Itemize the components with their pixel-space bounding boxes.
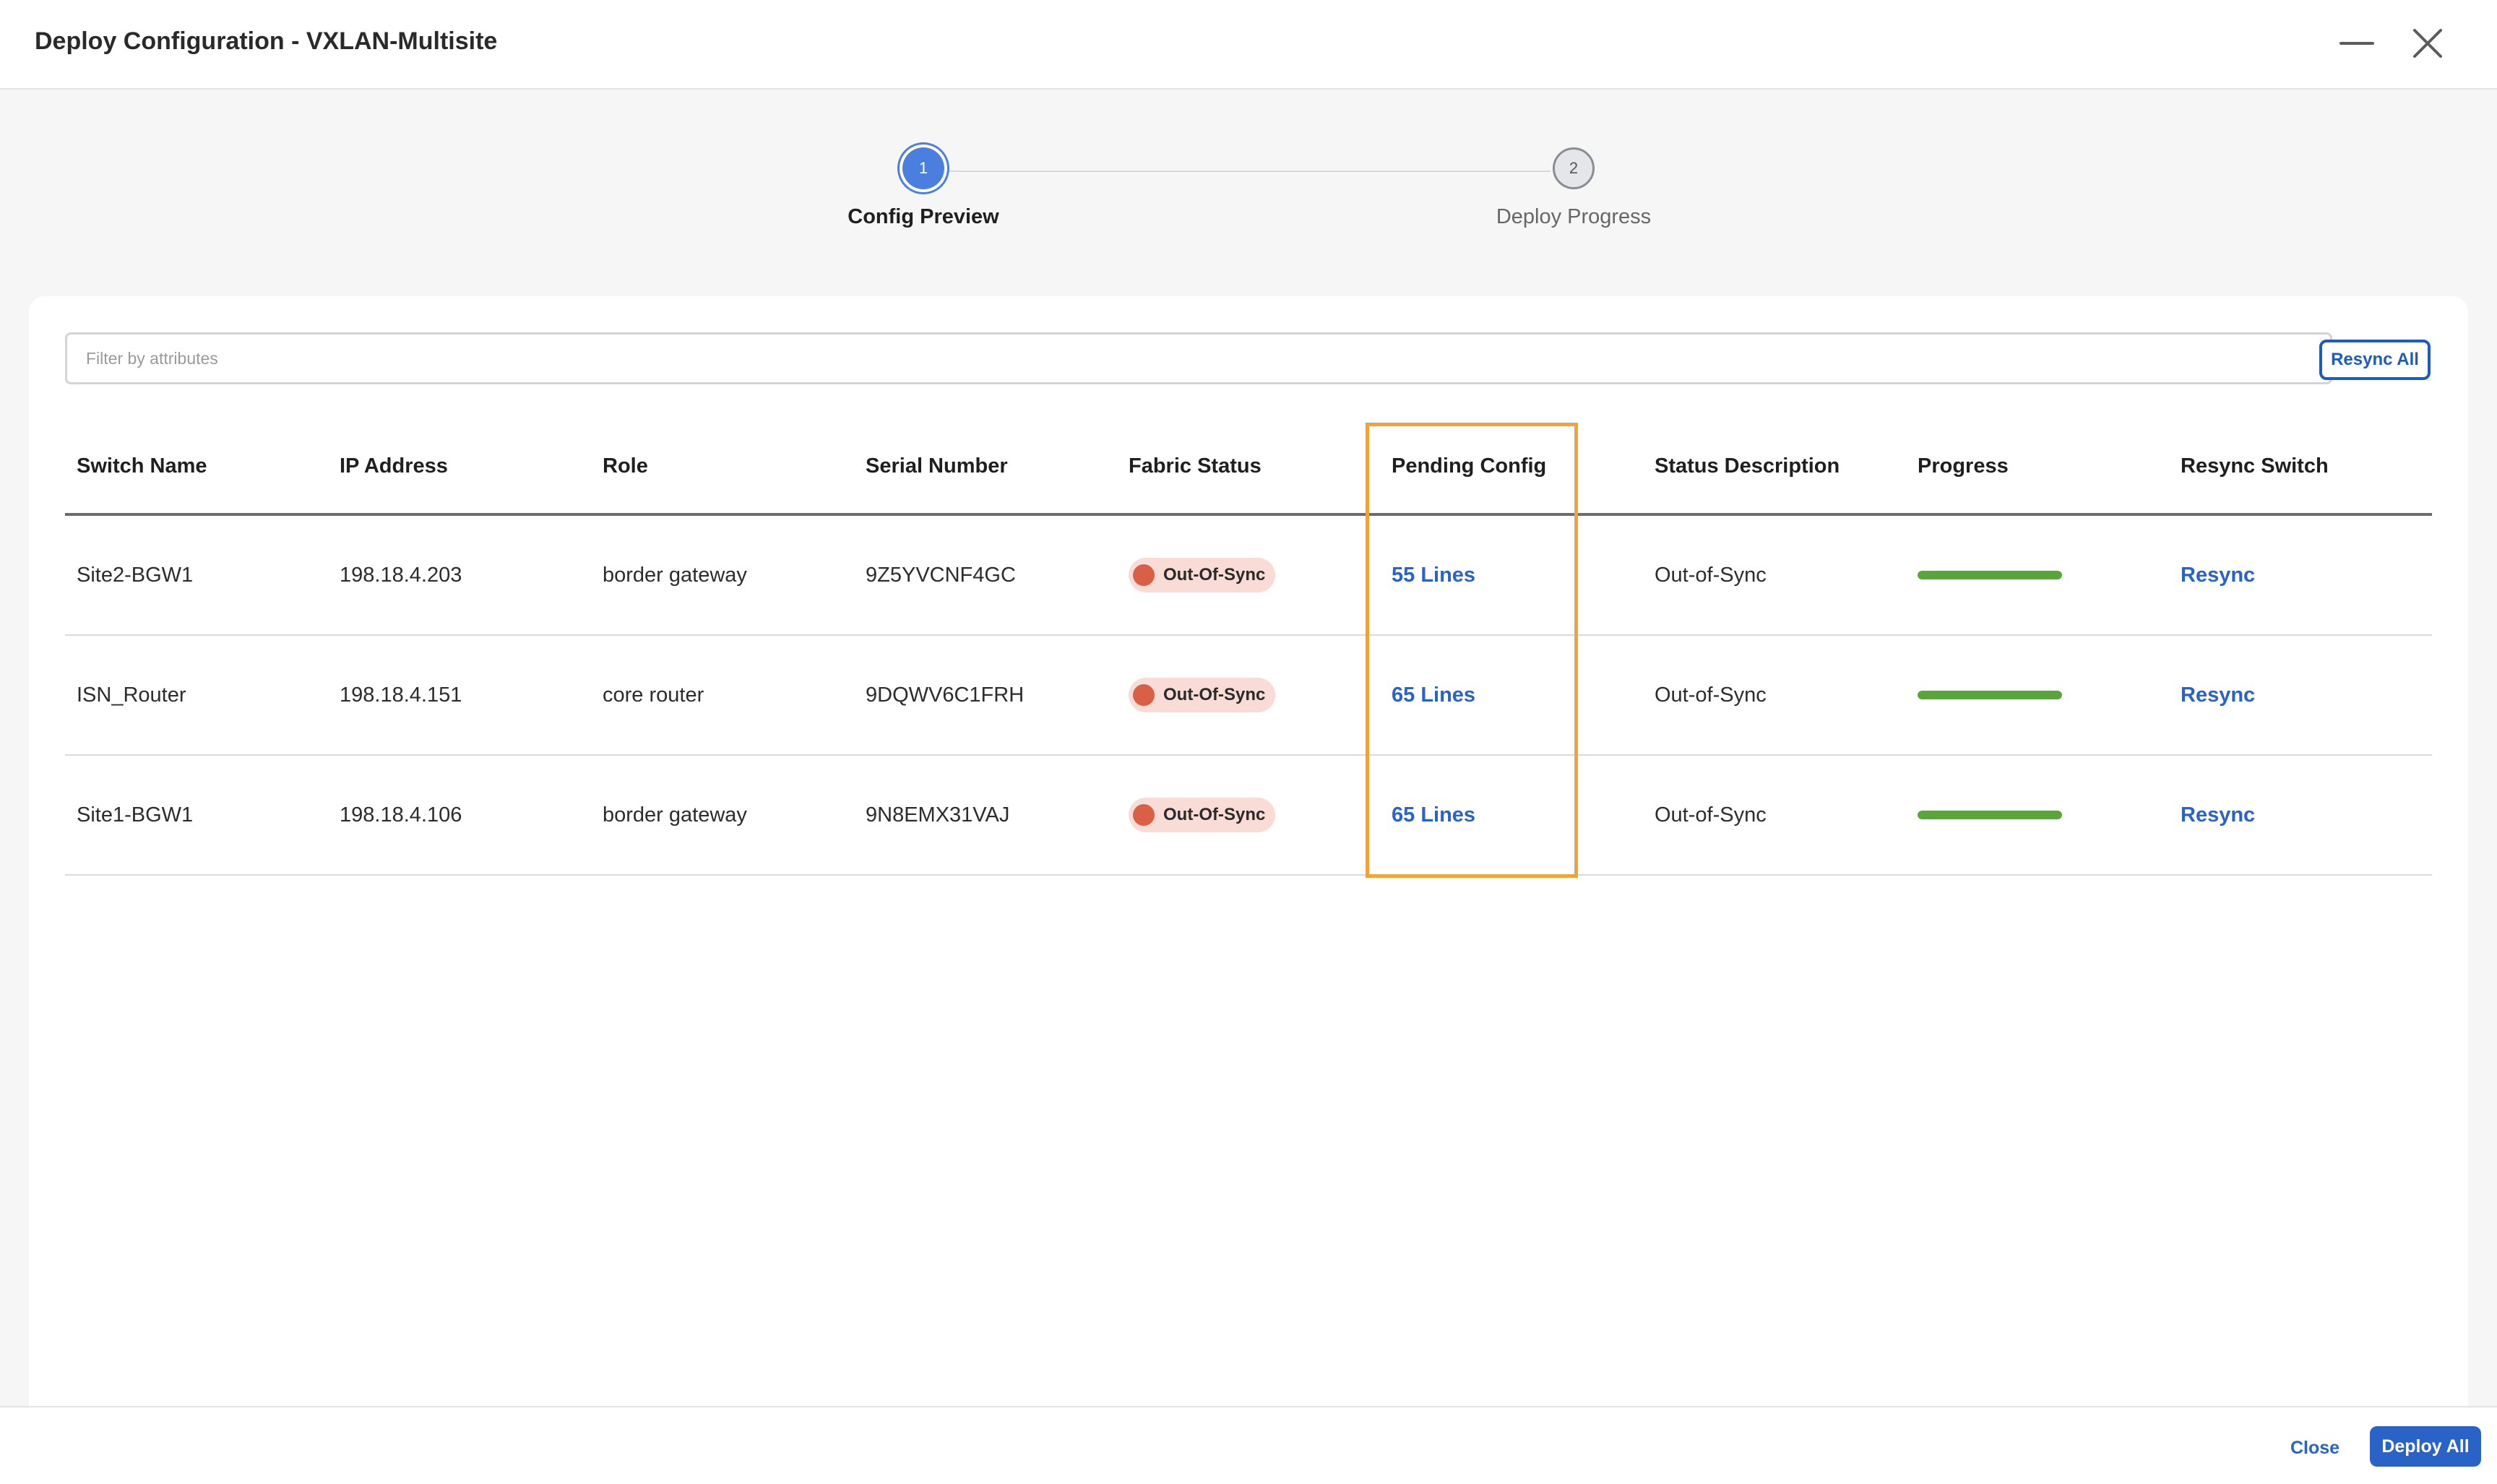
filter-input[interactable] — [65, 332, 2332, 384]
step-number-badge: 1 — [902, 147, 944, 189]
fabric-status-cell: Out-Of-Sync — [1117, 558, 1380, 592]
resync-cell: Resync — [2169, 803, 2432, 827]
role-cell: border gateway — [603, 563, 747, 587]
status-badge: Out-Of-Sync — [1129, 798, 1276, 832]
fabric-status-cell: Out-Of-Sync — [1117, 798, 1380, 832]
close-button[interactable]: Close — [2290, 1438, 2339, 1459]
config-preview-panel: Resync All Switch Name IP Address Role S… — [29, 296, 2468, 1484]
column-header-fabric-status[interactable]: Fabric Status — [1117, 454, 1380, 478]
switch-table: Switch Name IP Address Role Serial Numbe… — [65, 419, 2432, 876]
serial-number-cell: 9DQWV6C1FRH — [866, 683, 1025, 707]
status-badge-label: Out-Of-Sync — [1163, 565, 1266, 584]
column-header-status-description[interactable]: Status Description — [1643, 454, 1906, 478]
column-header-role[interactable]: Role — [591, 454, 854, 478]
status-badge-label: Out-Of-Sync — [1163, 685, 1266, 704]
serial-number-cell: 9N8EMX31VAJ — [866, 803, 1010, 827]
pending-config-cell: 55 Lines — [1380, 564, 1643, 587]
deploy-all-button[interactable]: Deploy All — [2370, 1426, 2481, 1467]
switch-name-cell: ISN_Router — [77, 683, 186, 707]
dialog-title: Deploy Configuration - VXLAN-Multisite — [35, 27, 498, 55]
resync-all-button[interactable]: Resync All — [2319, 340, 2431, 380]
status-badge: Out-Of-Sync — [1129, 678, 1276, 712]
step-deploy-progress[interactable]: 2 Deploy Progress — [1429, 147, 1718, 229]
resync-link[interactable]: Resync — [2181, 803, 2255, 827]
status-dot-icon — [1133, 804, 1155, 826]
role-cell: border gateway — [603, 803, 747, 827]
ip-address-cell: 198.18.4.203 — [340, 563, 462, 587]
progress-bar — [1918, 811, 2062, 819]
progress-cell — [1906, 811, 2169, 819]
ip-address-cell: 198.18.4.106 — [340, 803, 462, 827]
status-badge: Out-Of-Sync — [1129, 558, 1276, 592]
wizard-stepper: 1 Config Preview 2 Deploy Progress — [0, 137, 2497, 246]
table-row: Site1-BGW1 198.18.4.106 border gateway 9… — [65, 756, 2432, 876]
progress-bar — [1918, 571, 2062, 579]
resync-cell: Resync — [2169, 564, 2432, 587]
pending-config-cell: 65 Lines — [1380, 803, 1643, 827]
serial-number-cell: 9Z5YVCNF4GC — [866, 563, 1016, 587]
progress-bar-fill — [1918, 691, 2062, 699]
pending-config-link[interactable]: 55 Lines — [1392, 564, 1475, 587]
pending-config-link[interactable]: 65 Lines — [1392, 803, 1475, 827]
step-number-badge: 2 — [1553, 147, 1595, 189]
resync-link[interactable]: Resync — [2181, 683, 2255, 707]
progress-cell — [1906, 571, 2169, 579]
role-cell: core router — [603, 683, 704, 707]
status-description-cell: Out-of-Sync — [1655, 683, 1767, 707]
step-config-preview[interactable]: 1 Config Preview — [779, 147, 1068, 229]
progress-bar — [1918, 691, 2062, 699]
fabric-status-cell: Out-Of-Sync — [1117, 678, 1380, 712]
minimize-icon — [2339, 42, 2374, 45]
close-icon — [2413, 29, 2442, 58]
column-header-progress[interactable]: Progress — [1906, 454, 2169, 478]
dialog-header: Deploy Configuration - VXLAN-Multisite — [0, 0, 2497, 90]
table-row: ISN_Router 198.18.4.151 core router 9DQW… — [65, 636, 2432, 756]
status-description-cell: Out-of-Sync — [1655, 803, 1767, 827]
switch-name-cell: Site2-BGW1 — [77, 563, 194, 587]
resync-cell: Resync — [2169, 683, 2432, 707]
close-window-button[interactable] — [2405, 20, 2451, 66]
step-label: Deploy Progress — [1496, 205, 1652, 228]
progress-bar-fill — [1918, 811, 2062, 819]
resync-link[interactable]: Resync — [2181, 564, 2255, 587]
status-description-cell: Out-of-Sync — [1655, 563, 1767, 587]
switch-name-cell: Site1-BGW1 — [77, 803, 194, 827]
column-header-resync-switch[interactable]: Resync Switch — [2169, 454, 2432, 478]
pending-config-link[interactable]: 65 Lines — [1392, 683, 1475, 707]
minimize-button[interactable] — [2334, 20, 2380, 66]
table-row: Site2-BGW1 198.18.4.203 border gateway 9… — [65, 516, 2432, 636]
progress-cell — [1906, 691, 2169, 699]
column-header-switch-name[interactable]: Switch Name — [65, 454, 328, 478]
ip-address-cell: 198.18.4.151 — [340, 683, 462, 707]
step-label: Config Preview — [848, 205, 999, 228]
column-header-pending-config[interactable]: Pending Config — [1380, 454, 1643, 478]
status-dot-icon — [1133, 684, 1155, 706]
dialog-footer: Close Deploy All — [0, 1406, 2497, 1484]
column-header-serial-number[interactable]: Serial Number — [854, 454, 1117, 478]
status-dot-icon — [1133, 564, 1155, 586]
table-header-row: Switch Name IP Address Role Serial Numbe… — [65, 419, 2432, 516]
pending-config-cell: 65 Lines — [1380, 683, 1643, 707]
progress-bar-fill — [1918, 571, 2062, 579]
column-header-ip-address[interactable]: IP Address — [328, 454, 591, 478]
status-badge-label: Out-Of-Sync — [1163, 805, 1266, 824]
